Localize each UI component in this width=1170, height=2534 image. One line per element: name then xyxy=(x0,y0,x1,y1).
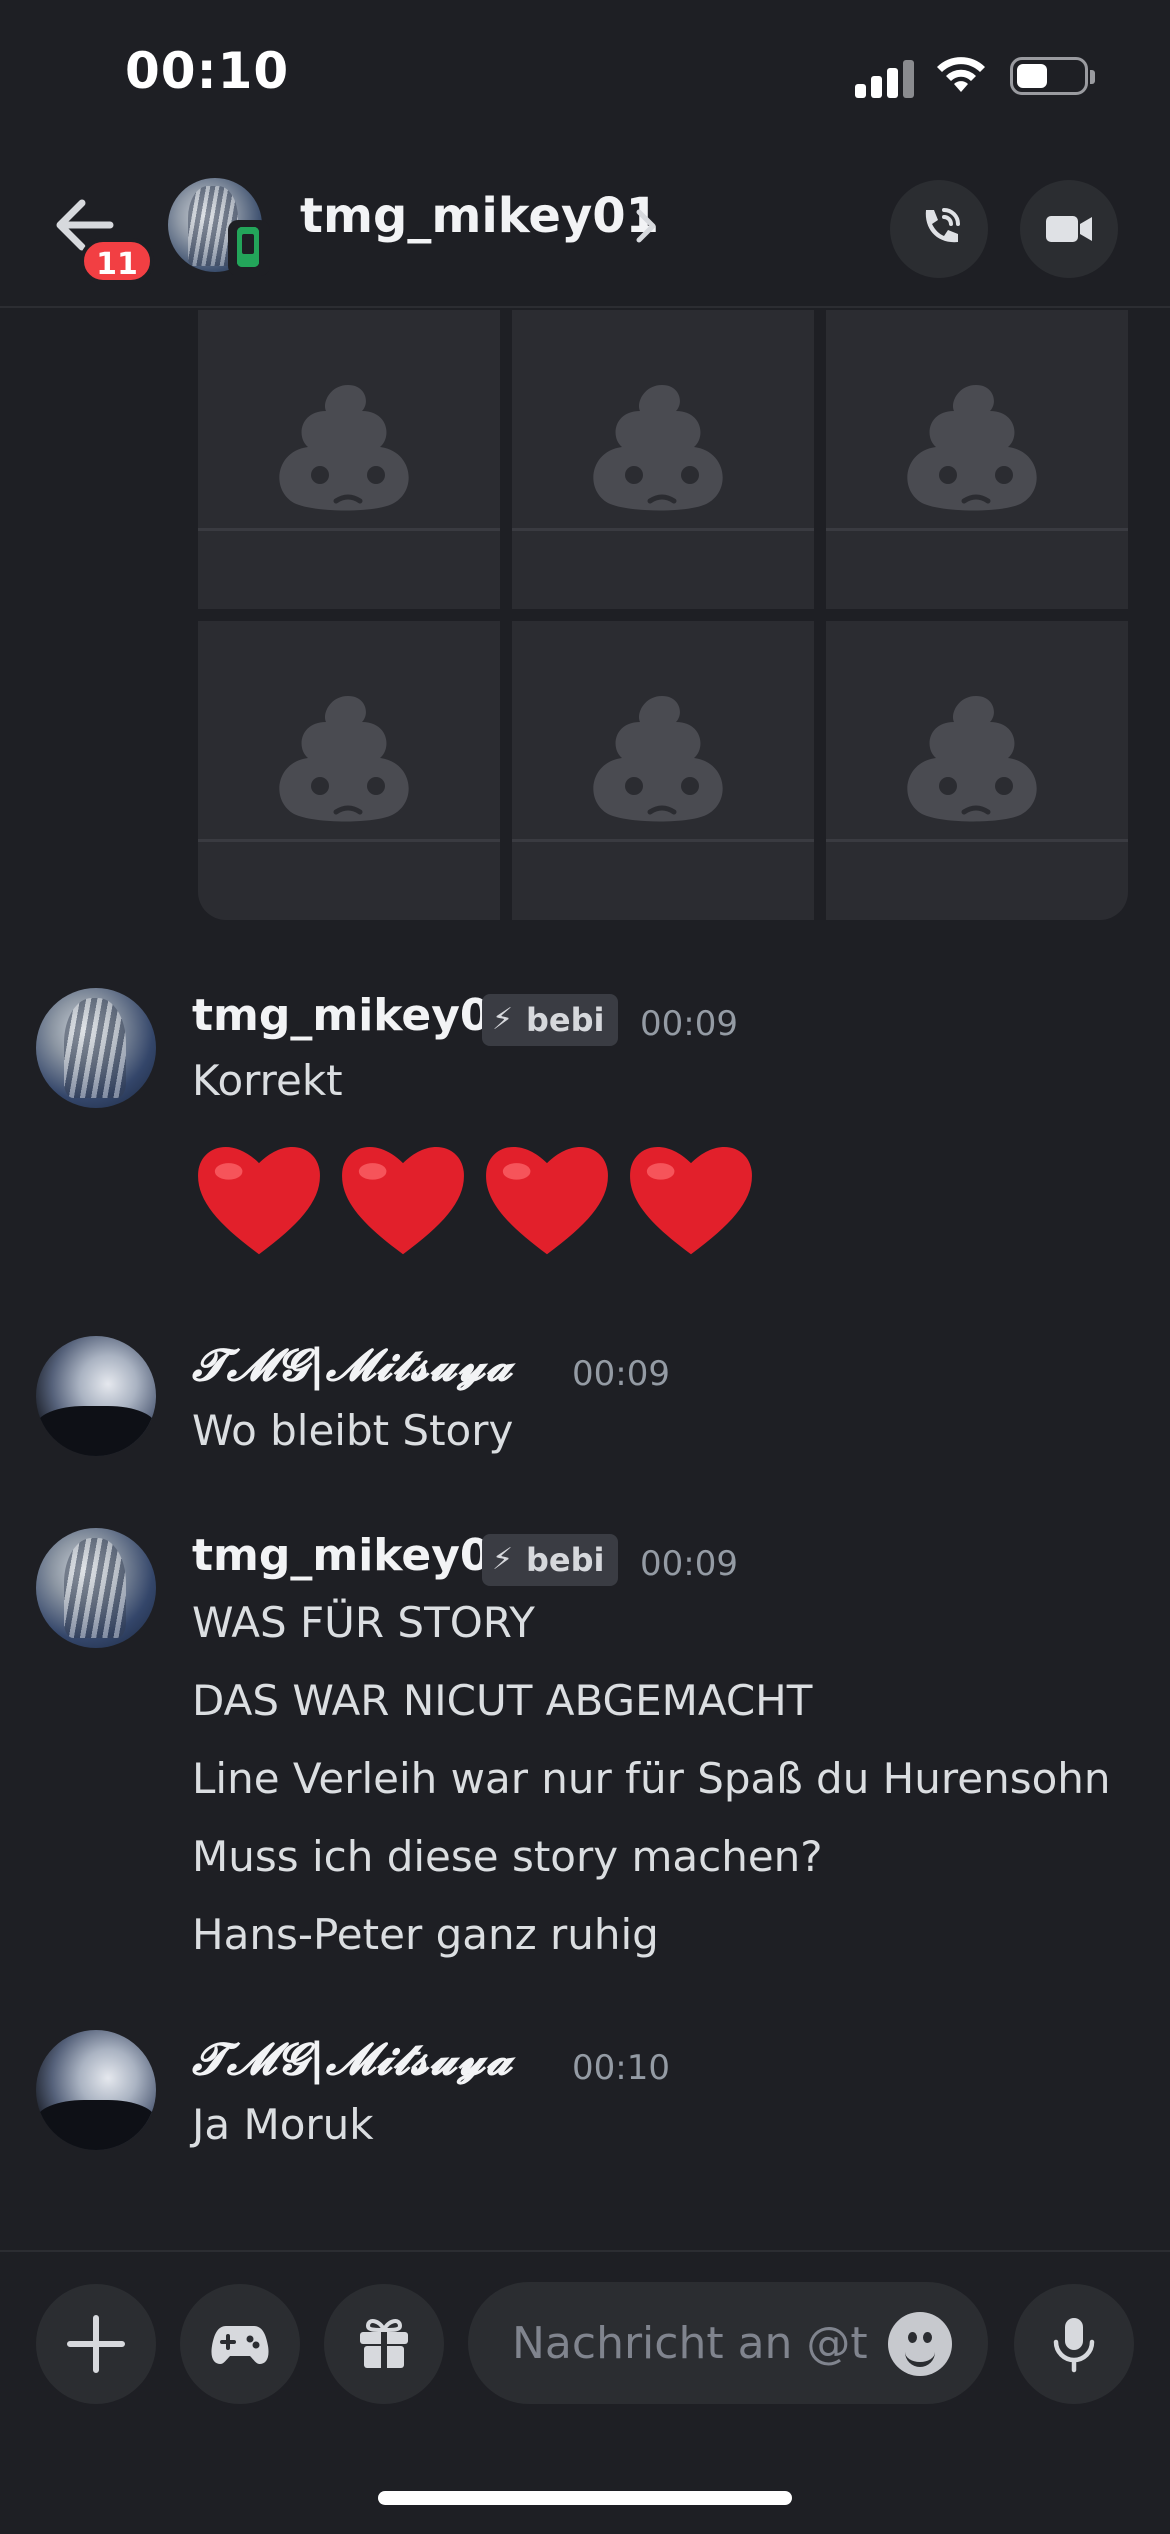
message-timestamp: 00:09 xyxy=(572,1354,670,1394)
message-timestamp: 00:09 xyxy=(640,1004,738,1044)
gift-button[interactable] xyxy=(324,2284,444,2404)
message-text: Ja Moruk xyxy=(192,2100,374,2149)
signal-icon xyxy=(855,58,915,98)
gift-icon xyxy=(360,2319,408,2368)
avatar[interactable] xyxy=(36,1336,156,1456)
image-attachment[interactable] xyxy=(826,621,1128,920)
activities-button[interactable] xyxy=(180,2284,300,2404)
broken-image-poop-icon xyxy=(907,385,1037,511)
image-attachment[interactable] xyxy=(198,310,500,609)
user-tag: bebi xyxy=(482,1534,619,1586)
plus-icon xyxy=(67,2315,125,2373)
gamepad-icon xyxy=(211,2326,269,2364)
image-attachment[interactable] xyxy=(512,621,814,920)
battery-icon xyxy=(1010,57,1095,95)
image-attachment[interactable] xyxy=(512,310,814,609)
voice-call-button[interactable] xyxy=(890,180,988,278)
message-author[interactable]: tmg_mikey01 xyxy=(192,990,521,1041)
chevron-right-icon[interactable] xyxy=(635,208,657,244)
heart-emoji-icon xyxy=(486,1146,608,1255)
message-input[interactable] xyxy=(510,2312,874,2374)
heart-emoji-icon xyxy=(630,1146,752,1255)
page-title[interactable]: tmg_mikey01 xyxy=(300,188,659,244)
video-camera-icon xyxy=(1046,216,1092,242)
home-indicator xyxy=(378,2491,792,2505)
emoji-icon[interactable] xyxy=(888,2312,952,2376)
message-text: Line Verleih war nur für Spaß du Hurenso… xyxy=(192,1754,1111,1803)
heart-emoji-icon xyxy=(342,1146,464,1255)
message-author[interactable]: tmg_mikey01 xyxy=(192,1530,521,1581)
microphone-icon xyxy=(1053,2318,1095,2373)
message-text: DAS WAR NICUT ABGEMACHT xyxy=(192,1676,813,1725)
video-call-button[interactable] xyxy=(1020,180,1118,278)
status-time: 00:10 xyxy=(125,42,290,100)
message-input-container xyxy=(468,2282,988,2404)
message-timestamp: 00:09 xyxy=(640,1544,738,1584)
message-timestamp: 00:10 xyxy=(572,2048,670,2088)
message-author[interactable]: 𝓣𝓜𝓖|𝓜𝓲𝓽𝓼𝓾𝔂𝓪 xyxy=(192,1340,513,1391)
broken-image-poop-icon xyxy=(593,696,723,822)
message-text: Muss ich diese story machen? xyxy=(192,1832,823,1881)
message-text: Hans-Peter ganz ruhig xyxy=(192,1910,659,1959)
add-attachment-button[interactable] xyxy=(36,2284,156,2404)
avatar[interactable] xyxy=(36,1528,156,1648)
status-bar: 00:10 xyxy=(0,0,1170,150)
avatar[interactable] xyxy=(36,2030,156,2150)
user-tag: bebi xyxy=(482,994,619,1046)
heart-emoji-icon xyxy=(198,1146,320,1255)
phone-call-icon xyxy=(925,208,960,243)
message-text: Korrekt xyxy=(192,1056,343,1105)
wifi-icon xyxy=(937,57,985,92)
voice-message-button[interactable] xyxy=(1014,2284,1134,2404)
chat-header: 11 tmg_mikey01 xyxy=(0,150,1170,308)
image-attachment[interactable] xyxy=(198,621,500,920)
heart-emoji-row xyxy=(190,1130,760,1270)
broken-image-poop-icon xyxy=(907,696,1037,822)
message-text: Wo bleibt Story xyxy=(192,1406,514,1455)
message-author[interactable]: 𝓣𝓜𝓖|𝓜𝓲𝓽𝓼𝓾𝔂𝓪 xyxy=(192,2034,513,2085)
image-attachment[interactable] xyxy=(826,310,1128,609)
broken-image-poop-icon xyxy=(279,696,409,822)
image-attachment-grid xyxy=(198,310,1128,920)
unread-badge: 11 xyxy=(80,238,154,284)
mobile-status-icon xyxy=(228,220,270,276)
message-text: WAS FÜR STORY xyxy=(192,1598,535,1647)
avatar[interactable] xyxy=(36,988,156,1108)
broken-image-poop-icon xyxy=(279,385,409,511)
broken-image-poop-icon xyxy=(593,385,723,511)
